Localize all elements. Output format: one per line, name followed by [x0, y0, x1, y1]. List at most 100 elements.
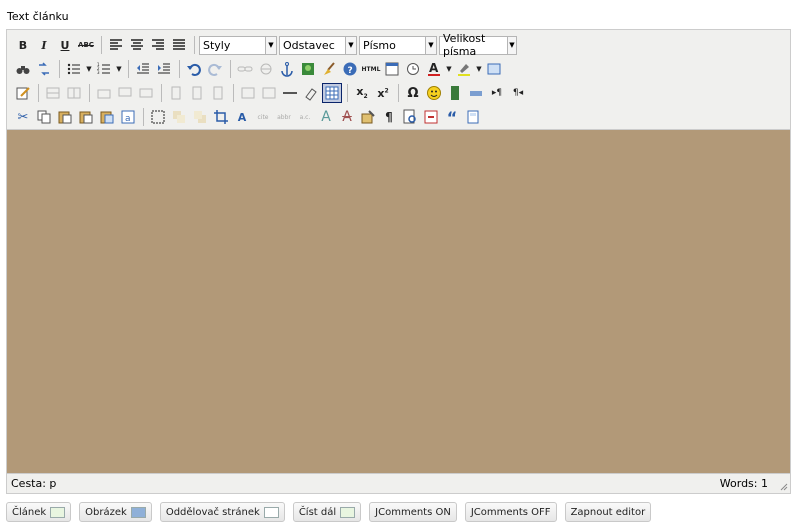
align-right-icon: [152, 39, 164, 50]
table-row-props-button[interactable]: [43, 83, 63, 103]
fullscreen-button[interactable]: [484, 59, 504, 79]
emotions-button[interactable]: [424, 83, 444, 103]
rtl-button[interactable]: ¶◂: [508, 83, 528, 103]
insert-row-after-button[interactable]: [115, 83, 135, 103]
copy-button[interactable]: [34, 107, 54, 127]
style-props-button[interactable]: A: [232, 107, 252, 127]
paragraph-select[interactable]: Odstavec ▼: [279, 35, 357, 55]
abbr-button[interactable]: abbr: [274, 107, 294, 127]
chevron-down-icon[interactable]: ▼: [445, 59, 453, 79]
insert-col-after-button[interactable]: [187, 83, 207, 103]
attributes-icon: [361, 110, 375, 124]
replace-button[interactable]: [34, 59, 54, 79]
bullet-list-button[interactable]: [64, 59, 84, 79]
outdent-button[interactable]: [133, 59, 153, 79]
preview-button[interactable]: [400, 107, 420, 127]
align-center-button[interactable]: [127, 35, 147, 55]
attributes-button[interactable]: [358, 107, 378, 127]
template-icon: [467, 110, 479, 124]
table-button[interactable]: [322, 83, 342, 103]
paste-text-button[interactable]: [76, 107, 96, 127]
font-size-select[interactable]: Velikost písma ▼: [439, 32, 517, 58]
insert-date-button[interactable]: [382, 59, 402, 79]
anchor-button[interactable]: [277, 59, 297, 79]
move-forward-button[interactable]: [169, 107, 189, 127]
rtl-icon: ¶◂: [512, 88, 524, 98]
html-source-button[interactable]: HTML: [361, 59, 381, 79]
italic-button[interactable]: I: [34, 35, 54, 55]
absolute-position-button[interactable]: [211, 107, 231, 127]
delete-text-button[interactable]: A: [337, 107, 357, 127]
blockquote-button[interactable]: “: [442, 107, 462, 127]
jcomments-off-button[interactable]: JComments OFF: [464, 502, 557, 522]
cite-button[interactable]: cite: [253, 107, 273, 127]
delete-col-button[interactable]: [208, 83, 228, 103]
help-button[interactable]: ?: [340, 59, 360, 79]
chevron-down-icon[interactable]: ▼: [475, 59, 483, 79]
strikethrough-button[interactable]: ABC: [76, 35, 96, 55]
move-backward-button[interactable]: [190, 107, 210, 127]
paste-word-button[interactable]: [97, 107, 117, 127]
edit-button[interactable]: [13, 83, 33, 103]
select-all-button[interactable]: a: [118, 107, 138, 127]
align-left-button[interactable]: [106, 35, 126, 55]
background-color-button[interactable]: [454, 59, 474, 79]
table-cell-props-button[interactable]: [64, 83, 84, 103]
chevron-down-icon[interactable]: ▼: [115, 59, 123, 79]
cut-button[interactable]: ✂: [13, 107, 33, 127]
font-select[interactable]: Písmo ▼: [359, 35, 437, 55]
underline-button[interactable]: U: [55, 35, 75, 55]
redo-button[interactable]: [205, 59, 225, 79]
resize-grip-icon[interactable]: [778, 481, 788, 491]
merge-cells-button[interactable]: [259, 83, 279, 103]
insert-col-before-button[interactable]: [166, 83, 186, 103]
styles-select[interactable]: Styly ▼: [199, 35, 277, 55]
toggle-editor-button[interactable]: Zapnout editor: [564, 502, 652, 522]
page-break-button[interactable]: Oddělovač stránek: [159, 502, 285, 522]
read-more-button[interactable]: Číst dál: [292, 502, 362, 522]
rich-text-editor: B I U ABC Styly ▼ Odstavec ▼ Písmo ▼ Veliko…: [6, 29, 791, 494]
align-right-button[interactable]: [148, 35, 168, 55]
template-button[interactable]: [463, 107, 483, 127]
acronym-button[interactable]: a.c.: [295, 107, 315, 127]
find-button[interactable]: [13, 59, 33, 79]
delete-row-button[interactable]: [136, 83, 156, 103]
numbered-list-button[interactable]: 123: [94, 59, 114, 79]
layers-icon: [173, 111, 185, 123]
link-button[interactable]: [235, 59, 255, 79]
special-char-button[interactable]: Ω: [403, 83, 423, 103]
insert-div-button[interactable]: [148, 107, 168, 127]
insert-text-button[interactable]: A: [316, 107, 336, 127]
toolbar-row-2: ▼ 123 ▼ ? HTML A ▼ ▼: [13, 58, 505, 80]
editor-content-area[interactable]: [7, 130, 790, 474]
article-button[interactable]: Článek: [6, 502, 72, 522]
align-justify-button[interactable]: [169, 35, 189, 55]
text-color-button[interactable]: A: [424, 59, 444, 79]
subscript-button[interactable]: x2: [352, 83, 372, 103]
image-insert-button[interactable]: Obrázek: [79, 502, 152, 522]
picture-icon: [130, 506, 146, 518]
bold-button[interactable]: B: [13, 35, 33, 55]
visual-chars-button[interactable]: ¶: [379, 107, 399, 127]
jcomments-on-button[interactable]: JComments ON: [369, 502, 457, 522]
anchor-icon: [281, 62, 293, 77]
undo-button[interactable]: [184, 59, 204, 79]
horizontal-rule-button[interactable]: [280, 83, 300, 103]
insert-time-button[interactable]: [403, 59, 423, 79]
split-cells-button[interactable]: [238, 83, 258, 103]
indent-button[interactable]: [154, 59, 174, 79]
pagebreak-button[interactable]: [421, 107, 441, 127]
ltr-button[interactable]: ▸¶: [487, 83, 507, 103]
image-button[interactable]: [298, 59, 318, 79]
paste-button[interactable]: [55, 107, 75, 127]
toolbar-separator: [101, 36, 102, 54]
table-icon: [192, 86, 202, 100]
remove-format-button[interactable]: [301, 83, 321, 103]
media-button[interactable]: [445, 83, 465, 103]
cleanup-button[interactable]: [319, 59, 339, 79]
chevron-down-icon[interactable]: ▼: [85, 59, 93, 79]
unlink-button[interactable]: [256, 59, 276, 79]
superscript-button[interactable]: x2: [373, 83, 393, 103]
insert-row-before-button[interactable]: [94, 83, 114, 103]
insert-layer-button[interactable]: [466, 83, 486, 103]
